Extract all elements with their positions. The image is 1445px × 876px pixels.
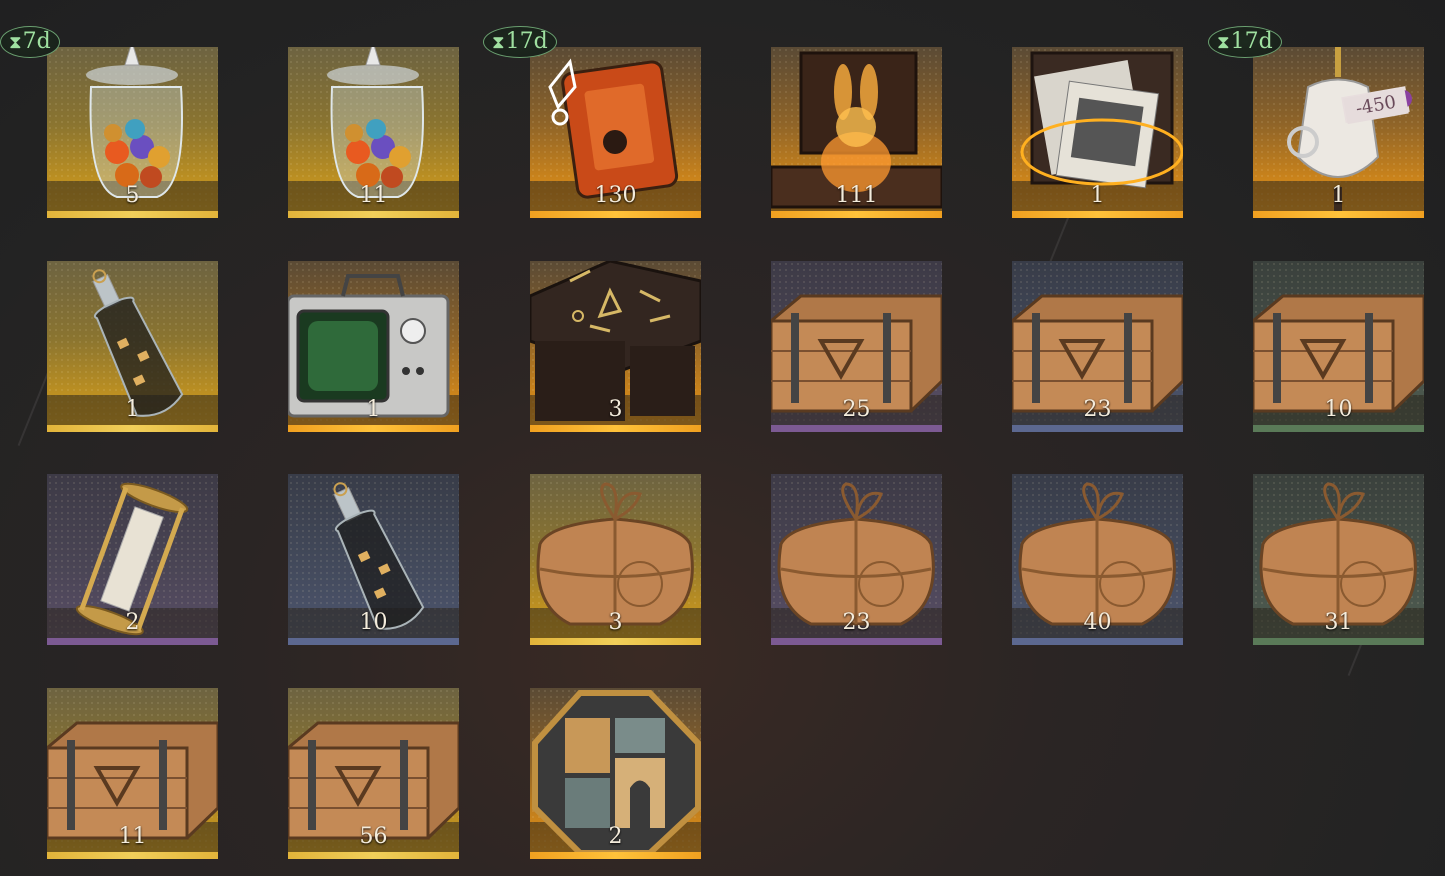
item-count: 5 [125, 183, 140, 208]
rarity-bar [288, 425, 459, 432]
item-count: 111 [835, 183, 878, 208]
item-slot-crt-radio[interactable]: 1 [288, 261, 459, 432]
item-slot-parcel-green[interactable]: 31 [1253, 474, 1424, 645]
rarity-bar [1012, 425, 1183, 432]
item-count: 3 [608, 397, 623, 422]
item-count: 10 [359, 610, 388, 635]
item-slot-message-bottle-gold[interactable]: 1 [47, 261, 218, 432]
expiry-timer-badge: ⧗17d [1208, 26, 1282, 58]
rarity-bar [288, 852, 459, 859]
item-slot-parcel-purple[interactable]: 23 [771, 474, 942, 645]
item-count: 1 [125, 397, 140, 422]
item-count: 11 [359, 183, 388, 208]
rarity-bar [47, 852, 218, 859]
item-slot-message-bottle-blue[interactable]: 10 [288, 474, 459, 645]
rarity-bar [530, 638, 701, 645]
timer-label: 17d [505, 29, 548, 54]
item-count: 2 [608, 824, 623, 849]
rarity-bar [771, 211, 942, 218]
item-count: 23 [1083, 397, 1112, 422]
item-slot-rune-cassette[interactable]: 130 [530, 47, 701, 218]
expiry-timer-badge: ⧗7d [0, 26, 60, 58]
timer-label: 17d [1230, 29, 1273, 54]
rarity-bar [530, 852, 701, 859]
inventory-grid: 5 ⧗7d 11 130 ⧗17d 111 1 1 -450 ⧗17d 1 1 … [0, 0, 1445, 876]
item-slot-crate-blue[interactable]: 23 [1012, 261, 1183, 432]
item-slot-photo-chest[interactable]: 1 [1012, 47, 1183, 218]
hourglass-icon: ⧗ [9, 32, 22, 53]
item-slot-crate-purple[interactable]: 25 [771, 261, 942, 432]
rarity-bar [1012, 211, 1183, 218]
timer-label: 7d [22, 29, 51, 54]
rarity-bar [288, 638, 459, 645]
item-slot-parcel-blue[interactable]: 40 [1012, 474, 1183, 645]
item-count: 3 [608, 610, 623, 635]
item-count: 130 [594, 183, 637, 208]
item-count: 56 [359, 824, 388, 849]
item-slot-crate-gold-2[interactable]: 56 [288, 688, 459, 859]
item-slot-orb-jar-1[interactable]: 5 [47, 47, 218, 218]
item-slot-crate-gold-1[interactable]: 11 [47, 688, 218, 859]
item-slot-rune-box[interactable]: 3 [530, 261, 701, 432]
rarity-bar [288, 211, 459, 218]
item-slot-mannequin[interactable]: 1 -450 [1253, 47, 1424, 218]
item-count: 25 [842, 397, 871, 422]
rarity-bar [1253, 638, 1424, 645]
item-slot-crate-green[interactable]: 10 [1253, 261, 1424, 432]
rarity-bar [47, 638, 218, 645]
item-slot-orb-jar-2[interactable]: 11 [288, 47, 459, 218]
item-slot-hourglass-scroll[interactable]: 2 [47, 474, 218, 645]
rarity-bar [771, 425, 942, 432]
item-slot-rabbit-chest[interactable]: 111 [771, 47, 942, 218]
item-slot-parcel-gold[interactable]: 3 [530, 474, 701, 645]
rarity-bar [47, 211, 218, 218]
rarity-bar [1012, 638, 1183, 645]
item-count: 11 [118, 824, 147, 849]
rarity-bar [530, 211, 701, 218]
item-count: 1 [366, 397, 381, 422]
item-count: 40 [1083, 610, 1112, 635]
rarity-bar [530, 425, 701, 432]
rarity-bar [771, 638, 942, 645]
rarity-bar [47, 425, 218, 432]
rarity-bar [1253, 425, 1424, 432]
item-count: 23 [842, 610, 871, 635]
rarity-bar [1253, 211, 1424, 218]
expiry-timer-badge: ⧗17d [483, 26, 557, 58]
item-count: 2 [125, 610, 140, 635]
item-count: 1 [1090, 183, 1105, 208]
item-count: 1 [1331, 183, 1346, 208]
item-count: 31 [1324, 610, 1353, 635]
item-count: 10 [1324, 397, 1353, 422]
hourglass-icon: ⧗ [492, 32, 505, 53]
item-slot-hex-puzzle[interactable]: 2 [530, 688, 701, 859]
hourglass-icon: ⧗ [1217, 32, 1230, 53]
